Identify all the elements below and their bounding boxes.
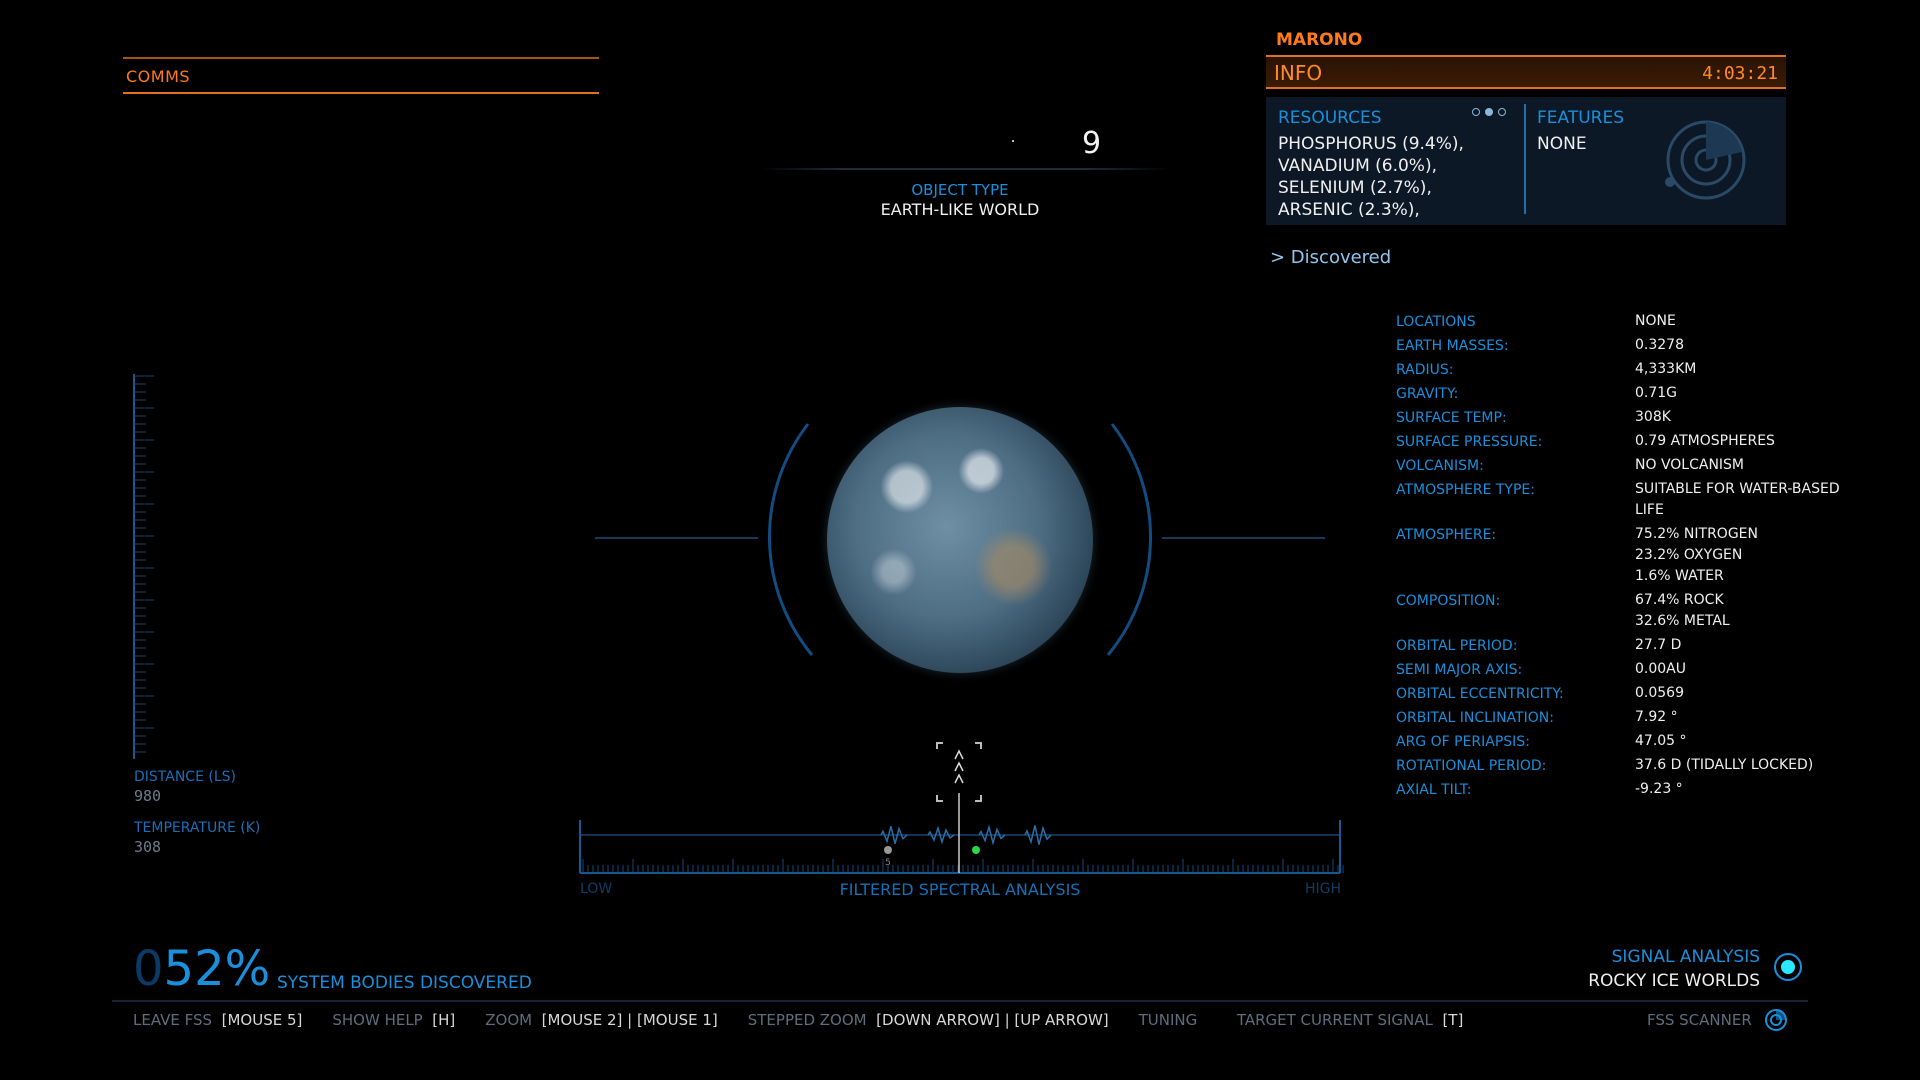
spectrum-low-label: LOW [580, 881, 613, 897]
tuner-chevrons [954, 749, 964, 784]
property-label: SURFACE TEMP: [1396, 410, 1507, 426]
spectrum-high-label: HIGH [1305, 881, 1342, 897]
signal-icon [1774, 953, 1802, 981]
property-value: 0.79 ATMOSPHERES [1635, 433, 1775, 449]
spectrum-title: FILTERED SPECTRAL ANALYSIS [839, 880, 1081, 899]
property-value: 0.71G [1635, 385, 1678, 401]
info-title: INFO [1274, 61, 1323, 85]
property-value: NONE [1635, 313, 1676, 329]
property-value: 23.2% OXYGEN [1635, 547, 1743, 563]
discovery-percent-value: 52% [163, 941, 271, 997]
property-value: 67.4% ROCK [1635, 592, 1724, 608]
property-value: 0.0569 [1635, 685, 1684, 701]
resource-item: PHOSPHORUS (9.4%), [1278, 134, 1464, 154]
property-label: SEMI MAJOR AXIS: [1396, 662, 1523, 678]
discovered-link[interactable]: > Discovered [1270, 247, 1391, 268]
comms-panel: COMMS [123, 57, 599, 94]
hint-key: LEAVE FSS [133, 1011, 213, 1029]
property-value: 37.6 D (TIDALLY LOCKED) [1635, 757, 1814, 773]
property-value: 0.3278 [1635, 337, 1684, 353]
property-value: NO VOLCANISM [1635, 457, 1745, 473]
signal-marker [884, 846, 892, 854]
resource-item: ARSENIC (2.3%), [1278, 200, 1420, 220]
property-value: 4,333KM [1635, 361, 1697, 377]
info-pager[interactable] [1472, 101, 1511, 120]
property-value: -9.23 ° [1635, 781, 1683, 797]
hint-key: TARGET CURRENT SIGNAL [1236, 1011, 1433, 1029]
discovery-percent: 052% [133, 945, 270, 993]
hint-binding[interactable]: [T] [1442, 1011, 1463, 1029]
hint-binding[interactable]: [MOUSE 5] [222, 1011, 303, 1029]
hint-binding[interactable]: [MOUSE 2] | [MOUSE 1] [542, 1011, 718, 1029]
radar-icon [1656, 112, 1766, 206]
target-number: 9 [1082, 126, 1102, 161]
hint-key: STEPPED ZOOM [747, 1011, 867, 1029]
distance-value: 980 [134, 787, 162, 805]
signal-analysis-label: SIGNAL ANALYSIS [1611, 947, 1760, 967]
property-value: 308K [1635, 409, 1671, 425]
property-label: EARTH MASSES: [1396, 338, 1509, 354]
property-label: ORBITAL PERIOD: [1396, 638, 1518, 654]
features-value: NONE [1537, 134, 1587, 154]
property-label: VOLCANISM: [1396, 458, 1484, 474]
discovery-percent-leading: 0 [133, 941, 164, 997]
property-value: 32.6% METAL [1635, 613, 1730, 629]
hint-binding[interactable]: [H] [432, 1011, 455, 1029]
spectral-analysis-band[interactable]: 5 [575, 735, 1345, 879]
panel-divider [1524, 104, 1526, 214]
object-type-value: EARTH-LIKE WORLD [880, 200, 1040, 219]
property-label: ORBITAL INCLINATION: [1396, 710, 1554, 726]
property-value: 47.05 ° [1635, 733, 1687, 749]
property-label: ORBITAL ECCENTRICITY: [1396, 686, 1564, 702]
comms-title: COMMS [126, 67, 191, 86]
object-type-label: OBJECT TYPE [911, 181, 1009, 199]
signal-analysis-value: ROCKY ICE WORLDS [1588, 971, 1760, 991]
target-header-divider [760, 168, 1170, 170]
pager-dot[interactable] [1472, 108, 1480, 116]
active-signal-marker [972, 846, 980, 854]
property-label: SURFACE PRESSURE: [1396, 434, 1543, 450]
property-label: ATMOSPHERE: [1396, 527, 1497, 543]
signal-marker-label: 5 [885, 858, 891, 868]
hint-binding[interactable]: [DOWN ARROW] | [UP ARROW] [876, 1011, 1108, 1029]
distance-ruler [133, 374, 155, 761]
resource-item: SELENIUM (2.7%), [1278, 178, 1432, 198]
resources-label: RESOURCES [1278, 108, 1382, 128]
property-label: AXIAL TILT: [1396, 782, 1472, 798]
info-header-bar: INFO 4:03:21 [1266, 55, 1786, 89]
property-label: RADIUS: [1396, 362, 1454, 378]
fss-scanner-label: FSS SCANNER [1647, 1011, 1752, 1029]
planet-image[interactable] [827, 407, 1093, 673]
temperature-label: TEMPERATURE (K) [134, 820, 261, 836]
hint-key: SHOW HELP [332, 1011, 423, 1029]
hint-key: TUNING [1138, 1011, 1198, 1029]
target-marker-dot [1012, 140, 1014, 142]
property-label: GRAVITY: [1396, 386, 1459, 402]
property-label: ROTATIONAL PERIOD: [1396, 758, 1547, 774]
info-time: 4:03:21 [1702, 63, 1778, 84]
property-value: 1.6% WATER [1635, 568, 1724, 584]
temperature-value: 308 [134, 838, 162, 856]
property-value: SUITABLE FOR WATER-BASED [1635, 481, 1840, 497]
fss-scanner-icon [1764, 1008, 1788, 1036]
property-value: 75.2% NITROGEN [1635, 526, 1758, 542]
control-hints: LEAVE FSS [MOUSE 5] SHOW HELP [H] ZOOM [MO… [133, 1011, 1463, 1029]
pager-dot-active[interactable] [1485, 108, 1493, 116]
property-value: 27.7 D [1635, 637, 1682, 653]
resource-item: VANADIUM (6.0%), [1278, 156, 1437, 176]
bottom-divider [112, 1000, 1808, 1002]
features-label: FEATURES [1537, 108, 1625, 128]
property-value: 7.92 ° [1635, 709, 1678, 725]
system-name: MARONO [1276, 30, 1363, 50]
hint-key: ZOOM [485, 1011, 533, 1029]
property-label: ATMOSPHERE TYPE: [1396, 482, 1535, 498]
property-label: ARG OF PERIAPSIS: [1396, 734, 1530, 750]
pager-dot[interactable] [1498, 108, 1506, 116]
property-value: LIFE [1635, 502, 1664, 518]
property-label: COMPOSITION: [1396, 593, 1501, 609]
distance-label: DISTANCE (LS) [134, 769, 236, 785]
property-label: LOCATIONS [1396, 314, 1476, 330]
discovery-label: SYSTEM BODIES DISCOVERED [277, 973, 532, 993]
property-value: 0.00AU [1635, 661, 1686, 677]
